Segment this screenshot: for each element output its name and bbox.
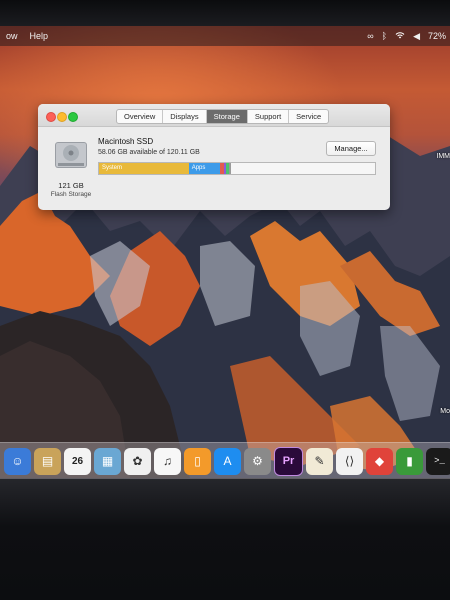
- minimize-button[interactable]: [57, 112, 67, 122]
- volume-icon[interactable]: ◀: [413, 31, 420, 42]
- hard-drive-icon: [52, 136, 90, 174]
- bluetooth-icon[interactable]: ᛒ: [382, 31, 387, 41]
- zoom-button[interactable]: [68, 112, 78, 122]
- finder-app-icon[interactable]: ☺: [4, 447, 31, 475]
- photos-app-icon[interactable]: ✿: [124, 447, 151, 475]
- textedit-app-icon[interactable]: ✎: [306, 447, 333, 475]
- desktop-wallpaper: [0, 26, 450, 478]
- window-titlebar[interactable]: Overview Displays Storage Support Servic…: [38, 104, 390, 127]
- desktop-item-label[interactable]: IMM: [436, 153, 450, 160]
- ibooks-app-icon[interactable]: ▯: [184, 447, 211, 475]
- disk-name: Macintosh SSD: [98, 137, 154, 146]
- tab-service[interactable]: Service: [289, 110, 328, 123]
- storage-usage-bar: System Apps: [98, 162, 376, 175]
- photos-preview-app-icon[interactable]: ▦: [94, 447, 121, 475]
- anydesk-app-icon[interactable]: ◆: [366, 447, 393, 475]
- screen-bezel-top: [0, 0, 450, 26]
- storage-segment-other-4: [228, 163, 232, 174]
- manage-button[interactable]: Manage...: [326, 141, 376, 156]
- creative-cloud-icon[interactable]: ∞: [367, 31, 373, 41]
- menu-item-window[interactable]: ow: [0, 31, 24, 41]
- close-button[interactable]: [46, 112, 56, 122]
- about-this-mac-window: Overview Displays Storage Support Servic…: [38, 104, 390, 210]
- system-preferences-app-icon[interactable]: ⚙: [244, 447, 271, 475]
- vscode-app-icon[interactable]: ⟨⟩: [336, 447, 363, 475]
- disk-type-label: Flash Storage: [50, 191, 92, 198]
- app-store-app-icon[interactable]: A: [214, 447, 241, 475]
- tab-overview[interactable]: Overview: [117, 110, 164, 123]
- dock: ☺ ▤ 26 ▦ ✿ ♫ ▯ A ⚙ Pr ✎ ⟨⟩ ◆ ▮ >_: [0, 442, 450, 479]
- desktop-item-label[interactable]: Mo: [440, 408, 450, 415]
- battery-percentage[interactable]: 72%: [428, 31, 446, 41]
- menu-bar-status: ∞ ᛒ ◀ 72%: [367, 26, 446, 46]
- tab-storage[interactable]: Storage: [206, 110, 248, 123]
- activity-app-icon[interactable]: ▮: [396, 447, 423, 475]
- tab-bar: Overview Displays Storage Support Servic…: [116, 109, 330, 124]
- menu-item-help[interactable]: Help: [24, 31, 55, 41]
- storage-segment-apps: Apps: [188, 163, 221, 174]
- tab-displays[interactable]: Displays: [163, 110, 207, 123]
- calendar-app-icon[interactable]: 26: [64, 447, 91, 475]
- notes-folder-app-icon[interactable]: ▤: [34, 447, 61, 475]
- storage-segment-system: System: [99, 163, 189, 174]
- tab-support[interactable]: Support: [248, 110, 290, 123]
- wifi-icon[interactable]: [395, 31, 405, 41]
- screen-bezel-bottom: [0, 478, 450, 600]
- disk-available-text: 58.06 GB available of 120.11 GB: [98, 149, 200, 156]
- itunes-app-icon[interactable]: ♫: [154, 447, 181, 475]
- premiere-pro-app-icon[interactable]: Pr: [274, 446, 303, 476]
- mountain-wallpaper-image: [0, 116, 450, 478]
- menu-bar: ow Help ∞ ᛒ ◀ 72%: [0, 26, 450, 46]
- terminal-app-icon[interactable]: >_: [426, 447, 450, 475]
- disk-capacity-label: 121 GB: [58, 181, 84, 190]
